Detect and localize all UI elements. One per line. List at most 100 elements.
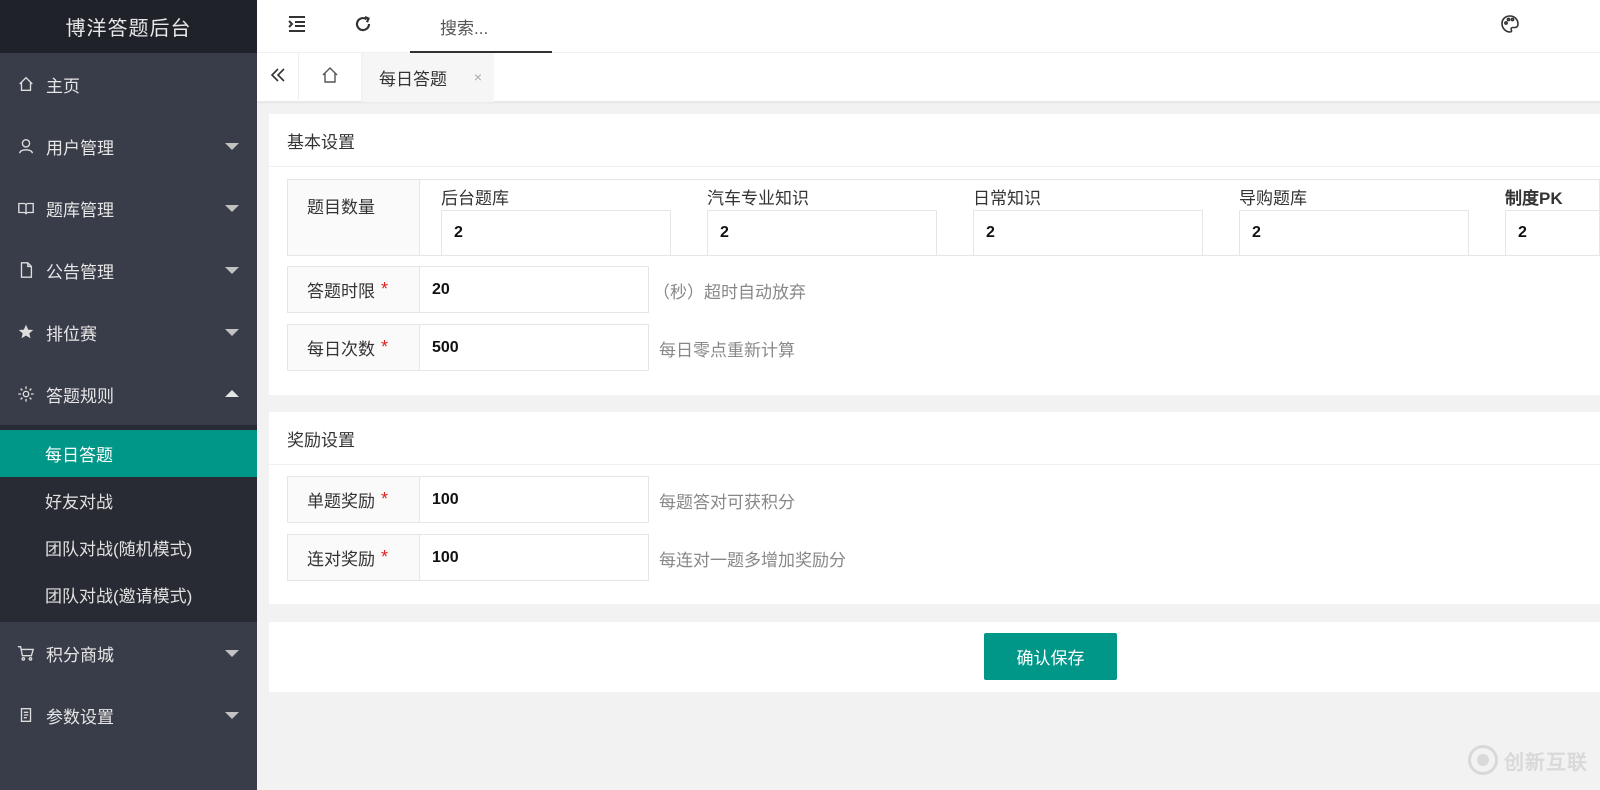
sidebar-subitem-daily-quiz[interactable]: 每日答题 xyxy=(0,430,257,477)
top-header: 搜索... xyxy=(257,0,1600,53)
time-limit-row: 答题时限* 20 xyxy=(287,266,647,313)
sidebar-item-announcements[interactable]: 公告管理 xyxy=(0,239,257,301)
field-label-text: 答题时限 xyxy=(307,277,375,302)
sidebar-item-label: 题库管理 xyxy=(46,196,114,221)
sidebar-item-ranking[interactable]: 排位赛 xyxy=(0,301,257,363)
time-limit-input[interactable]: 20 xyxy=(419,266,649,313)
category-group: 后台题库 2 xyxy=(441,184,671,256)
single-reward-label: 单题奖励 * xyxy=(287,476,420,523)
sidebar-item-label: 参数设置 xyxy=(46,703,114,728)
category-count-input[interactable]: 2 xyxy=(973,210,1203,256)
streak-reward-input[interactable]: 100 xyxy=(419,534,649,581)
question-count-row: 题目数量 后台题库 2 汽车专业知识 2 日常知识 2 导购题库 2 制度PK … xyxy=(287,179,1600,256)
required-mark: * xyxy=(381,489,388,510)
sidebar-item-user-management[interactable]: 用户管理 xyxy=(0,115,257,177)
sidebar-item-label: 用户管理 xyxy=(46,134,114,159)
chevron-down-icon xyxy=(225,712,239,719)
daily-count-input[interactable]: 500 xyxy=(419,324,649,371)
category-label: 制度PK xyxy=(1505,184,1599,210)
tab-daily-quiz[interactable]: 每日答题 × xyxy=(362,53,494,102)
search-input[interactable]: 搜索... xyxy=(440,14,488,39)
chevron-down-icon xyxy=(225,205,239,212)
theme-button[interactable] xyxy=(1490,0,1530,53)
watermark-logo-icon xyxy=(1468,745,1498,775)
sidebar-item-answer-rules[interactable]: 答题规则 xyxy=(0,363,257,425)
question-count-label: 题目数量 xyxy=(288,180,420,255)
chevron-down-icon xyxy=(225,329,239,336)
time-limit-tip: （秒）超时自动放弃 xyxy=(653,278,806,303)
file-icon xyxy=(16,260,36,280)
basic-settings-title: 基本设置 xyxy=(269,114,1600,167)
answer-rules-submenu: 每日答题 好友对战 团队对战(随机模式) 团队对战(邀请模式) xyxy=(0,425,257,622)
sidebar-item-label: 答题规则 xyxy=(46,382,114,407)
sidebar-item-label: 公告管理 xyxy=(46,258,114,283)
collapse-sidebar-button[interactable] xyxy=(277,0,317,53)
refresh-icon xyxy=(353,14,373,39)
app-logo-title: 博洋答题后台 xyxy=(0,0,257,53)
sidebar-item-parameter-settings[interactable]: 参数设置 xyxy=(0,684,257,746)
reward-settings-panel: 奖励设置 单题奖励 * 100 每题答对可获积分 连对奖励 * 100 每连对一题多… xyxy=(269,412,1600,604)
gear-icon xyxy=(16,384,36,404)
required-mark: * xyxy=(381,547,388,568)
chevron-down-icon xyxy=(225,650,239,657)
category-count-input[interactable]: 2 xyxy=(441,210,671,256)
category-count-input[interactable]: 2 xyxy=(1505,210,1599,256)
close-icon[interactable]: × xyxy=(474,69,482,85)
sidebar-subitem-team-random[interactable]: 团队对战(随机模式) xyxy=(0,524,257,571)
watermark: 创新互联 xyxy=(1468,745,1588,775)
tab-bar: 每日答题 × xyxy=(257,53,1600,102)
daily-count-label: 每日次数 * xyxy=(287,324,420,371)
streak-reward-label: 连对奖励 * xyxy=(287,534,420,581)
sidebar-item-question-bank[interactable]: 题库管理 xyxy=(0,177,257,239)
daily-count-row: 每日次数 * 500 xyxy=(287,324,647,371)
action-panel: 确认保存 xyxy=(269,622,1600,692)
book-icon xyxy=(16,198,36,218)
sidebar: 博洋答题后台 主页 用户管理 题库管理 公告管理 排位赛 xyxy=(0,0,257,790)
category-group: 日常知识 2 xyxy=(973,184,1203,256)
category-group: 导购题库 2 xyxy=(1239,184,1469,256)
required-mark: * xyxy=(381,337,388,358)
category-label: 日常知识 xyxy=(973,184,1203,210)
cart-icon xyxy=(16,643,36,663)
tab-home[interactable] xyxy=(299,53,362,102)
sidebar-subitem-team-invite[interactable]: 团队对战(邀请模式) xyxy=(0,571,257,618)
field-label-text: 每日次数 xyxy=(307,335,375,360)
streak-reward-tip: 每连对一题多增加奖励分 xyxy=(659,546,846,571)
double-chevron-left-icon xyxy=(268,66,288,89)
chevron-down-icon xyxy=(225,267,239,274)
star-icon xyxy=(16,322,36,342)
single-reward-tip: 每题答对可获积分 xyxy=(659,488,795,513)
home-icon xyxy=(320,65,340,90)
palette-icon xyxy=(1500,14,1520,39)
daily-count-tip: 每日零点重新计算 xyxy=(659,336,795,361)
chevron-up-icon xyxy=(225,390,239,397)
sidebar-item-label: 主页 xyxy=(46,72,80,97)
doc-icon xyxy=(16,705,36,725)
category-group: 制度PK 2 xyxy=(1505,184,1599,256)
single-reward-row: 单题奖励 * 100 xyxy=(287,476,647,523)
reward-settings-title: 奖励设置 xyxy=(269,412,1600,465)
home-icon xyxy=(16,74,36,94)
category-label: 后台题库 xyxy=(441,184,671,210)
category-count-input[interactable]: 2 xyxy=(1239,210,1469,256)
single-reward-input[interactable]: 100 xyxy=(419,476,649,523)
time-limit-label: 答题时限* xyxy=(287,266,420,313)
sidebar-item-home[interactable]: 主页 xyxy=(0,53,257,115)
basic-settings-panel: 基本设置 题目数量 后台题库 2 汽车专业知识 2 日常知识 2 导购题库 2 … xyxy=(269,114,1600,395)
tab-label: 每日答题 xyxy=(379,65,447,90)
category-group: 汽车专业知识 2 xyxy=(707,184,937,256)
field-label-text: 连对奖励 xyxy=(307,545,375,570)
user-icon xyxy=(16,136,36,156)
tab-scroll-left-button[interactable] xyxy=(257,53,299,102)
sidebar-subitem-friend-battle[interactable]: 好友对战 xyxy=(0,477,257,524)
category-label: 汽车专业知识 xyxy=(707,184,937,210)
sidebar-item-label: 积分商城 xyxy=(46,641,114,666)
watermark-text: 创新互联 xyxy=(1504,746,1588,775)
chevron-down-icon xyxy=(225,143,239,150)
refresh-button[interactable] xyxy=(343,0,383,53)
category-count-input[interactable]: 2 xyxy=(707,210,937,256)
streak-reward-row: 连对奖励 * 100 xyxy=(287,534,647,581)
save-button[interactable]: 确认保存 xyxy=(984,633,1117,680)
field-label-text: 单题奖励 xyxy=(307,487,375,512)
sidebar-item-points-mall[interactable]: 积分商城 xyxy=(0,622,257,684)
